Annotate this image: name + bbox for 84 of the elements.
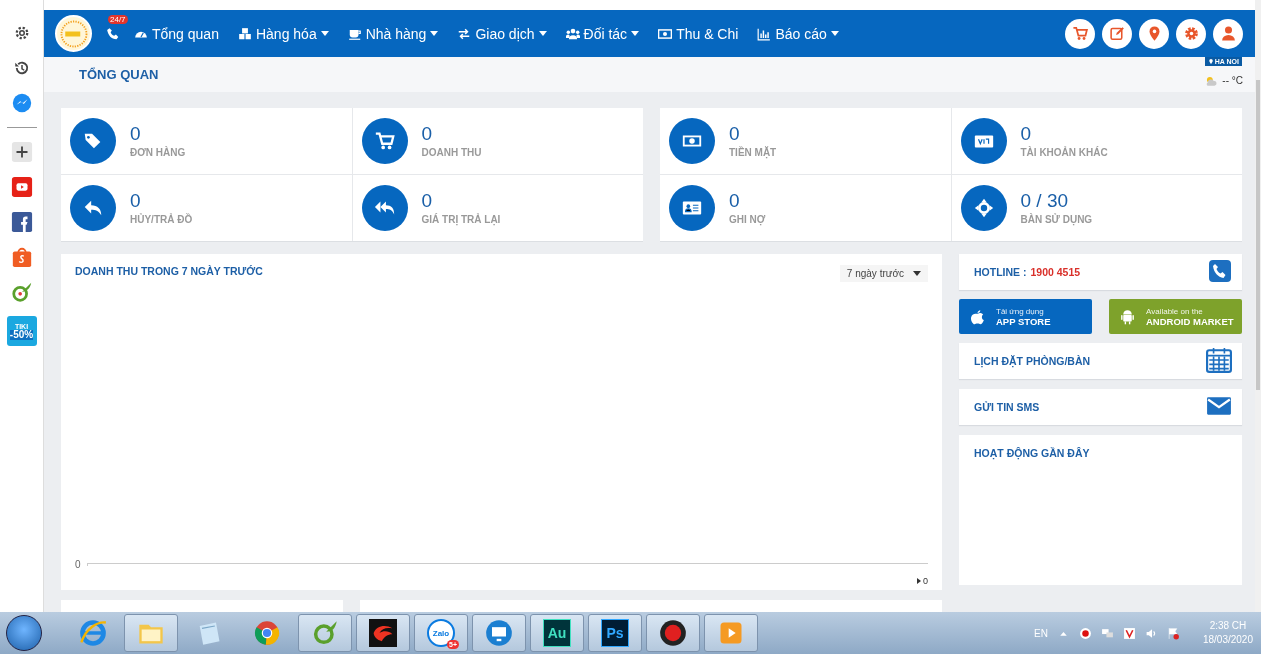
stat-value: 0 <box>130 124 142 145</box>
nav-menu-item[interactable]: Giao dịch <box>457 25 547 42</box>
record-icon[interactable] <box>1078 626 1092 640</box>
caret-icon <box>631 31 640 36</box>
network-icon[interactable] <box>1100 626 1114 640</box>
monitor-icon <box>485 619 513 647</box>
logo-icon[interactable] <box>55 15 92 52</box>
phone-icon[interactable] <box>1208 259 1232 283</box>
facebook-icon[interactable] <box>10 211 33 233</box>
page-title: TỔNG QUAN <box>79 67 159 82</box>
leaf-logo-icon <box>311 619 339 647</box>
nav-menu-item[interactable]: Thu & Chi <box>658 25 739 42</box>
shopping-bag-icon[interactable] <box>10 246 33 268</box>
caret-icon <box>830 31 839 36</box>
taskbar-app-button[interactable] <box>356 614 410 652</box>
stat-value: 0 <box>729 191 741 212</box>
stat-label: ĐƠN HÀNG <box>130 146 186 158</box>
video-play-icon[interactable] <box>10 176 33 198</box>
stat-label: GHI NỢ <box>729 213 766 225</box>
apple-icon <box>969 308 986 325</box>
taskbar-app-button[interactable]: Au <box>530 614 584 652</box>
calendar-icon <box>1206 347 1232 373</box>
panel-title: HOẠT ĐỘNG GẦN ĐÂY <box>974 447 1090 459</box>
bar-chart-icon <box>757 26 772 41</box>
panel-title: DOANH THU TRONG 7 NGÀY TRƯỚC <box>75 265 263 277</box>
messenger-icon[interactable] <box>10 92 33 114</box>
stat-value: 0 <box>421 191 434 212</box>
caret-icon <box>538 31 547 36</box>
stat-value: 0 <box>421 124 434 145</box>
nav-menu-item[interactable]: Nhà hàng <box>347 25 439 42</box>
flag-error-icon[interactable] <box>1166 626 1180 640</box>
android-icon <box>1119 308 1136 325</box>
legend-marker-icon <box>917 578 921 584</box>
legend-value: 0 <box>923 576 928 586</box>
card-title: GỬI TIN SMS <box>974 401 1040 413</box>
caret-icon <box>320 31 329 36</box>
plus-icon[interactable] <box>10 141 33 163</box>
support-badge: 24/7 <box>108 14 128 24</box>
cart-icon <box>373 130 396 152</box>
cubes-icon <box>237 26 252 41</box>
settings-icon[interactable] <box>1182 25 1200 42</box>
sms-card[interactable]: GỬI TIN SMS <box>959 389 1242 425</box>
taskbar-app-button[interactable] <box>646 614 700 652</box>
nav-menu-item[interactable]: Hàng hóa <box>237 25 329 42</box>
stat-label: GIÁ TRỊ TRẢ LẠI <box>421 213 501 225</box>
stat-label: BÀN SỬ DỤNG <box>1020 213 1093 225</box>
nav-menu-item[interactable]: Tổng quan <box>134 25 219 42</box>
booking-calendar-card[interactable]: LỊCH ĐẶT PHÒNG/BÀN <box>959 343 1242 379</box>
hotline-text: HOTLINE : 1900 4515 <box>974 266 1081 278</box>
v-logo-icon[interactable] <box>1122 626 1136 640</box>
app-store-button[interactable]: Tải ứng dụng APP STORE <box>959 299 1092 334</box>
flame-logo-icon <box>369 619 397 647</box>
taskbar-app-button[interactable]: Ps <box>588 614 642 652</box>
cart-icon[interactable] <box>1071 25 1089 42</box>
user-icon[interactable] <box>1219 25 1237 42</box>
stat-label: DOANH THU <box>421 146 482 158</box>
record-icon <box>659 619 687 647</box>
caret-icon <box>430 31 439 36</box>
exchange-icon <box>457 26 472 41</box>
phone-icon[interactable] <box>106 26 120 41</box>
users-icon <box>565 26 580 41</box>
nav-menu-item[interactable]: Đối tác <box>565 25 640 42</box>
scrollbar-thumb[interactable] <box>1256 80 1260 390</box>
stat-label: TIỀN MẶT <box>729 146 777 158</box>
history-icon[interactable] <box>12 59 31 77</box>
stat-label: HỦY/TRẢ ĐỒ <box>130 213 193 225</box>
android-market-button[interactable]: Available on the ANDROID MARKET <box>1109 299 1242 334</box>
stat-label: TÀI KHOẢN KHÁC <box>1020 146 1108 158</box>
card-title: LỊCH ĐẶT PHÒNG/BÀN <box>974 355 1091 367</box>
edit-icon[interactable] <box>1108 25 1126 42</box>
period-dropdown[interactable]: 7 ngày trước <box>839 265 928 282</box>
start-button[interactable] <box>6 615 42 651</box>
browser-e-icon <box>79 619 107 647</box>
crosshair-icon <box>972 197 995 219</box>
stat-value: 0 <box>130 191 142 212</box>
stat-value: 0 / 30 <box>1020 191 1070 212</box>
chrome-icon <box>253 619 281 647</box>
banknote-icon <box>658 26 673 41</box>
leaf-logo-icon[interactable] <box>10 281 33 303</box>
axis-label: 0 <box>75 559 81 570</box>
stat-value: 0 <box>729 124 741 145</box>
temperature-text: -- °C <box>1222 75 1243 86</box>
stat-value: 0 <box>1020 124 1033 145</box>
nav-menu-item[interactable]: Báo cáo <box>757 25 839 42</box>
